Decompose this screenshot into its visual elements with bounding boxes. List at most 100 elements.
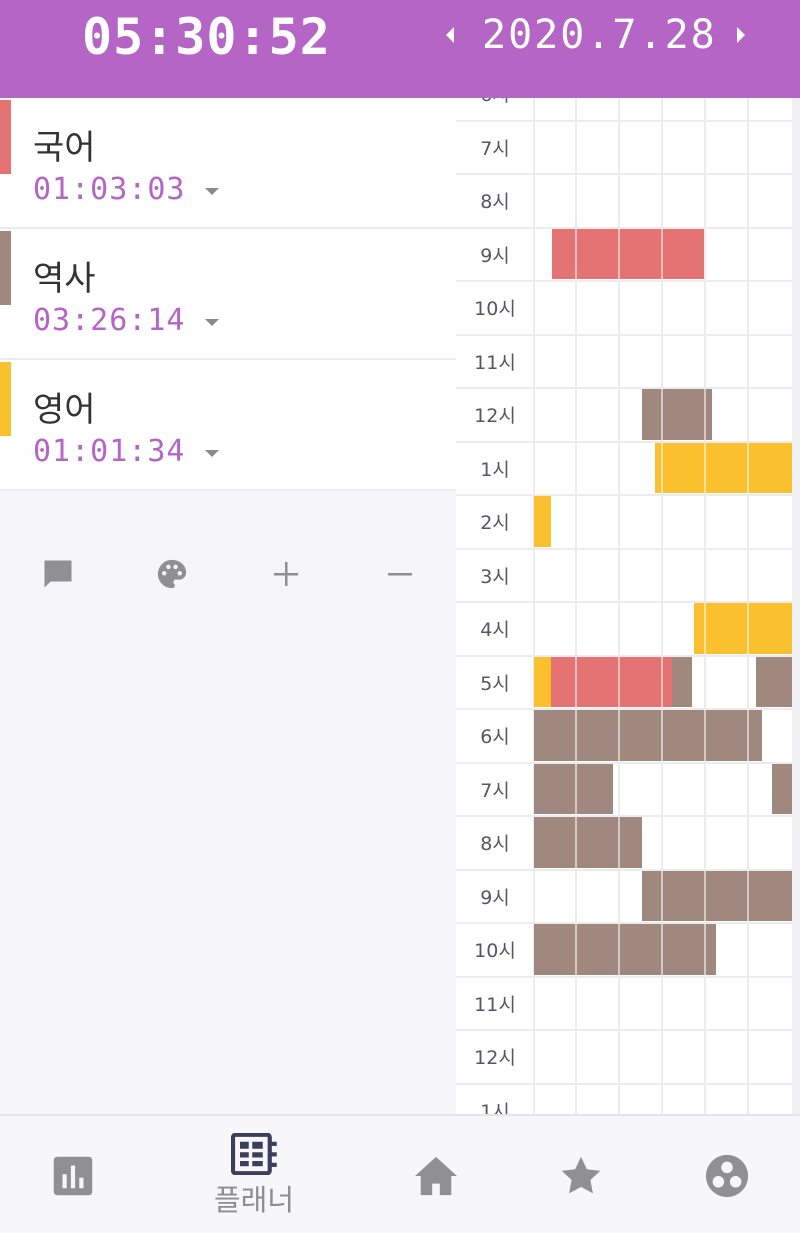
current-date[interactable]: 2020.7.28 [482, 12, 717, 58]
study-block[interactable] [655, 442, 792, 493]
planner-icon [231, 1132, 277, 1175]
block-divider [575, 656, 577, 707]
block-divider [747, 870, 749, 921]
study-block[interactable] [534, 656, 551, 707]
block-divider [618, 656, 620, 707]
block-divider [618, 710, 620, 761]
subject-item-history[interactable]: 역사 03:26:14 [0, 229, 456, 360]
subject-item-english[interactable]: 영어 01:01:34 [0, 360, 456, 491]
nav-planner[interactable]: 플래너 [194, 1116, 314, 1233]
hour-label: 8시 [480, 191, 510, 213]
bottom-nav: 플래너 [0, 1114, 800, 1233]
add-button[interactable] [264, 550, 308, 598]
chevron-right-icon [736, 27, 745, 43]
palette-button[interactable] [150, 550, 194, 598]
group-icon [705, 1154, 749, 1197]
block-divider [661, 924, 663, 975]
hour-label: 7시 [480, 779, 510, 802]
block-divider [747, 710, 749, 761]
subject-time: 03:26:14 [33, 303, 186, 338]
hour-label: 1시 [480, 1100, 510, 1115]
study-block[interactable] [772, 763, 792, 814]
remove-button[interactable] [378, 550, 422, 598]
study-block[interactable] [534, 763, 613, 814]
block-divider [618, 228, 620, 279]
hour-label: 12시 [474, 405, 516, 427]
subject-color-swatch [0, 362, 11, 436]
clock-display: 05:30:52 [82, 8, 331, 66]
study-block[interactable] [694, 603, 792, 654]
timetable-grid[interactable]: 6시 7시 8시 9시 10시 11시 12시 1시 2시 3시 4시 5시 6시 7시 8시 9시 10시 11… [456, 98, 800, 1114]
study-block[interactable] [672, 656, 692, 707]
block-divider [575, 817, 577, 868]
subject-color-swatch [0, 100, 11, 174]
study-block[interactable] [642, 389, 712, 440]
study-block[interactable] [551, 656, 672, 707]
hour-label: 7시 [480, 137, 510, 160]
header-bar: 05:30:52 2020.7.28 [0, 0, 800, 98]
next-date-button[interactable] [731, 15, 751, 55]
hour-label: 12시 [474, 1047, 516, 1069]
block-divider [704, 710, 706, 761]
subject-list: 국어 01:03:03 역사 03:26:14 영어 01:01:34 [0, 98, 456, 491]
hour-label: 8시 [480, 833, 510, 855]
block-divider [747, 603, 749, 654]
block-divider [661, 656, 663, 707]
block-divider [618, 924, 620, 975]
block-divider [704, 389, 706, 440]
study-block[interactable] [534, 817, 642, 868]
hour-label: 5시 [480, 672, 510, 695]
study-block[interactable] [756, 656, 792, 707]
bar-chart-icon [53, 1156, 93, 1195]
block-divider [575, 228, 577, 279]
study-block[interactable] [534, 710, 762, 761]
hour-label: 11시 [474, 993, 516, 1016]
nav-planner-label: 플래너 [213, 1182, 295, 1217]
comment-button[interactable] [36, 550, 80, 598]
nav-favorites[interactable] [521, 1116, 641, 1233]
study-block[interactable] [642, 870, 792, 921]
nav-group[interactable] [667, 1116, 787, 1233]
hour-label: 3시 [480, 565, 510, 588]
hour-label: 9시 [480, 244, 510, 267]
hour-label: 1시 [480, 458, 510, 481]
home-icon [415, 1156, 457, 1195]
dropdown-arrow-icon[interactable] [205, 450, 219, 457]
hour-label: 9시 [480, 886, 510, 909]
study-block[interactable] [534, 924, 716, 975]
prev-date-button[interactable] [440, 15, 460, 55]
subject-name: 국어 [33, 128, 96, 168]
block-divider [618, 817, 620, 868]
date-navigator: 2020.7.28 [440, 10, 751, 60]
nav-home[interactable] [376, 1116, 496, 1233]
hour-label: 10시 [474, 940, 516, 962]
chevron-left-icon [446, 27, 454, 43]
subject-item-korean[interactable]: 국어 01:03:03 [0, 98, 456, 229]
hour-label: 6시 [456, 98, 534, 120]
minus-icon [388, 573, 412, 576]
app-root: 05:30:52 2020.7.28 국어 01:03:03 역사 03:26:… [0, 0, 800, 1233]
dropdown-arrow-icon[interactable] [205, 188, 219, 195]
block-divider [575, 710, 577, 761]
block-divider [661, 710, 663, 761]
block-divider [661, 389, 663, 440]
scroll-track[interactable] [792, 98, 800, 1114]
block-divider [704, 442, 706, 493]
subject-tools [0, 550, 456, 600]
study-block[interactable] [534, 496, 551, 547]
hour-label: 4시 [480, 619, 510, 641]
dropdown-arrow-icon[interactable] [205, 319, 219, 326]
block-divider [575, 763, 577, 814]
subject-color-swatch [0, 231, 11, 305]
hour-label: 11시 [474, 351, 516, 374]
block-divider [661, 228, 663, 279]
block-divider [575, 924, 577, 975]
block-divider [704, 870, 706, 921]
block-divider [704, 924, 706, 975]
study-block[interactable] [552, 228, 704, 279]
nav-stats[interactable] [13, 1116, 133, 1233]
subject-time: 01:03:03 [33, 172, 186, 207]
block-divider [661, 870, 663, 921]
comment-icon [44, 560, 72, 588]
palette-icon [157, 559, 187, 589]
